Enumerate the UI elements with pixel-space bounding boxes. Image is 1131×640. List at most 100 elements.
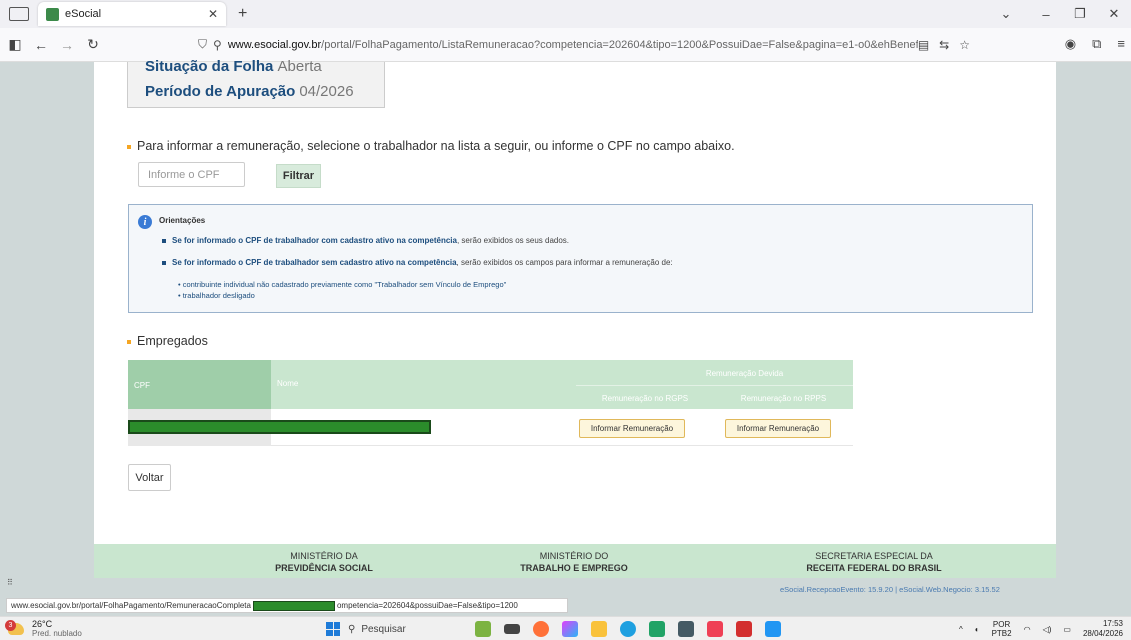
store-app-icon[interactable] bbox=[765, 621, 781, 637]
weather-temp: 26°C bbox=[32, 619, 53, 629]
address-bar[interactable]: ⛉ ⚲ www.esocial.gov.br/portal/FolhaPagam… bbox=[198, 32, 970, 57]
orientacao-item-1: Se for informado o CPF de trabalhador co… bbox=[162, 236, 569, 245]
pdf-app-icon[interactable] bbox=[736, 621, 752, 637]
forward-icon[interactable]: → bbox=[56, 37, 78, 53]
wifi-icon[interactable]: ◠ bbox=[1024, 625, 1031, 634]
system-tray: ^ ◐ POR PTB2 ◠ ◁) ▭ 17:53 28/04/2026 bbox=[959, 619, 1123, 639]
filtrar-button[interactable]: Filtrar bbox=[276, 164, 321, 188]
periodo-label: Período de Apuração bbox=[145, 83, 296, 100]
situacao-value: Aberta bbox=[277, 58, 322, 75]
taskbar-search[interactable]: ⚲ Pesquisar bbox=[348, 620, 456, 638]
col-header-rpps: Remuneração no RPPS bbox=[714, 385, 853, 409]
url-path: /portal/FolhaPagamento/ListaRemuneracao?… bbox=[321, 38, 918, 51]
status-link-after: ompetencia=202604&possuiDae=False&tipo=1… bbox=[336, 601, 518, 611]
tab-overview-icon[interactable] bbox=[9, 7, 29, 21]
informar-remuneracao-rgps-button[interactable]: Informar Remuneração bbox=[579, 419, 685, 438]
weather-desc: Pred. nublado bbox=[32, 629, 82, 638]
item2-rest: , serão exibidos os campos para informar… bbox=[456, 258, 673, 267]
footer-line: MINISTÉRIO DO bbox=[539, 551, 609, 561]
file-explorer-app-icon[interactable] bbox=[591, 621, 607, 637]
chrome-tray-icon[interactable]: ◐ bbox=[975, 625, 980, 634]
tab-close-icon[interactable]: ✕ bbox=[208, 7, 218, 21]
square-bullet-icon bbox=[162, 260, 166, 265]
calculator-app-icon[interactable] bbox=[678, 621, 694, 637]
col-header-cpf[interactable]: CPF bbox=[128, 360, 271, 409]
back-icon[interactable]: ← bbox=[30, 37, 52, 53]
tab-list-chevron-icon[interactable]: ⌄ bbox=[983, 6, 1029, 22]
empregados-title: Empregados bbox=[127, 334, 208, 348]
reload-icon[interactable]: ↻ bbox=[82, 36, 104, 53]
info-icon: i bbox=[138, 215, 152, 229]
edge-app-icon[interactable] bbox=[620, 621, 636, 637]
tab-title: eSocial bbox=[65, 8, 102, 20]
footer-line: SECRETARIA ESPECIAL DA bbox=[815, 551, 933, 561]
weather-widget[interactable]: 3 26°C Pred. nublado bbox=[5, 619, 82, 639]
resize-grip-icon: ⠿ bbox=[7, 578, 13, 587]
taskview-app-icon[interactable] bbox=[504, 624, 520, 634]
empregados-title-text: Empregados bbox=[137, 334, 208, 348]
restore-icon[interactable]: ❐ bbox=[1063, 6, 1097, 22]
redacted-cpf-nome bbox=[128, 420, 431, 434]
firefox-app-icon[interactable] bbox=[533, 621, 549, 637]
pocket-app-icon[interactable] bbox=[707, 621, 723, 637]
browser-tab[interactable]: eSocial ✕ bbox=[38, 2, 226, 26]
close-window-icon[interactable]: ✕ bbox=[1097, 6, 1131, 22]
extensions-icon[interactable]: ⧉ bbox=[1092, 36, 1101, 52]
bullet-icon bbox=[127, 144, 131, 149]
lang-secondary: PTB2 bbox=[991, 629, 1012, 638]
volume-icon[interactable]: ◁) bbox=[1043, 625, 1052, 634]
voltar-button[interactable]: Voltar bbox=[128, 464, 171, 491]
footer-line-bold: TRABALHO E EMPREGO bbox=[520, 563, 628, 573]
lang-primary: POR bbox=[992, 620, 1011, 629]
url-text[interactable]: www.esocial.gov.br/portal/FolhaPagamento… bbox=[228, 39, 918, 51]
color-app-icon[interactable] bbox=[562, 621, 578, 637]
site-permissions-icon[interactable]: ⚲ bbox=[213, 38, 222, 52]
bullet-icon bbox=[127, 339, 131, 344]
minimize-icon[interactable]: – bbox=[1029, 7, 1063, 22]
periodo-row: Período de Apuração 04/2026 bbox=[145, 83, 354, 100]
tray-chevron-icon[interactable]: ^ bbox=[959, 625, 963, 634]
reader-view-icon[interactable]: ▤ bbox=[918, 38, 929, 52]
account-icon[interactable]: ◉ bbox=[1065, 36, 1076, 52]
empregados-table: CPF Nome Remuneração Devida Remuneração … bbox=[128, 360, 853, 446]
shield-icon[interactable]: ⛉ bbox=[198, 37, 207, 52]
orientacoes-box: i Orientações Se for informado o CPF de … bbox=[128, 204, 1033, 313]
search-instruction: Para informar a remuneração, selecione o… bbox=[127, 139, 735, 153]
informar-remuneracao-rpps-button[interactable]: Informar Remuneração bbox=[725, 419, 831, 438]
page-content: Situação da Folha Aberta Período de Apur… bbox=[94, 58, 1056, 578]
folha-info-box: Situação da Folha Aberta Período de Apur… bbox=[127, 58, 385, 108]
menu-icon[interactable]: ≡ bbox=[1117, 36, 1125, 52]
cpf-input[interactable] bbox=[138, 162, 245, 187]
sidebar-toggle-icon[interactable]: ◧ bbox=[4, 36, 26, 53]
battery-icon[interactable]: ▭ bbox=[1063, 625, 1071, 634]
browser-tabbar: eSocial ✕ + ⌄ – ❐ ✕ bbox=[0, 0, 1131, 28]
windows-start-icon[interactable] bbox=[326, 622, 340, 636]
link-status-bar: www.esocial.gov.br/portal/FolhaPagamento… bbox=[6, 598, 568, 613]
footer-receita-federal: SECRETARIA ESPECIAL DA RECEITA FEDERAL DO… bbox=[794, 550, 954, 574]
excel-app-icon[interactable] bbox=[649, 621, 665, 637]
item1-rest: , serão exibidos os seus dados. bbox=[456, 236, 570, 245]
status-link-before: www.esocial.gov.br/portal/FolhaPagamento… bbox=[11, 601, 251, 611]
language-indicator[interactable]: POR PTB2 bbox=[992, 620, 1012, 638]
bookmark-star-icon[interactable]: ☆ bbox=[959, 38, 970, 52]
clock[interactable]: 17:53 28/04/2026 bbox=[1083, 619, 1123, 639]
item2-bold: Se for informado o CPF de trabalhador se… bbox=[172, 258, 457, 267]
orientacoes-title: Orientações bbox=[159, 216, 206, 225]
situacao-row: Situação da Folha Aberta bbox=[145, 58, 322, 75]
clock-time: 17:53 bbox=[1102, 619, 1123, 628]
footer-line: MINISTÉRIO DA bbox=[290, 551, 358, 561]
square-bullet-icon bbox=[162, 238, 166, 243]
new-tab-icon[interactable]: + bbox=[238, 5, 247, 23]
footer-ministerio-previdencia: MINISTÉRIO DA PREVIDÊNCIA SOCIAL bbox=[249, 550, 399, 574]
footer-line-bold: PREVIDÊNCIA SOCIAL bbox=[275, 563, 373, 573]
windows-taskbar: 3 26°C Pred. nublado ⚲ Pesquisar ^ ◐ POR PT… bbox=[0, 616, 1131, 640]
col-header-nome[interactable]: Nome bbox=[271, 360, 576, 409]
translate-icon[interactable]: ⇆ bbox=[939, 38, 949, 52]
widgets-app-icon[interactable] bbox=[475, 621, 491, 637]
window-controls: ⌄ – ❐ ✕ bbox=[983, 0, 1131, 28]
col-header-rgps: Remuneração no RGPS bbox=[576, 385, 714, 409]
weather-cloud-icon: 3 bbox=[5, 620, 24, 635]
search-icon: ⚲ bbox=[348, 623, 356, 635]
footer-ministerio-trabalho: MINISTÉRIO DO TRABALHO E EMPREGO bbox=[509, 550, 639, 574]
version-text: eSocial.RecepcaoEvento: 15.9.20 | eSocia… bbox=[780, 585, 1000, 594]
